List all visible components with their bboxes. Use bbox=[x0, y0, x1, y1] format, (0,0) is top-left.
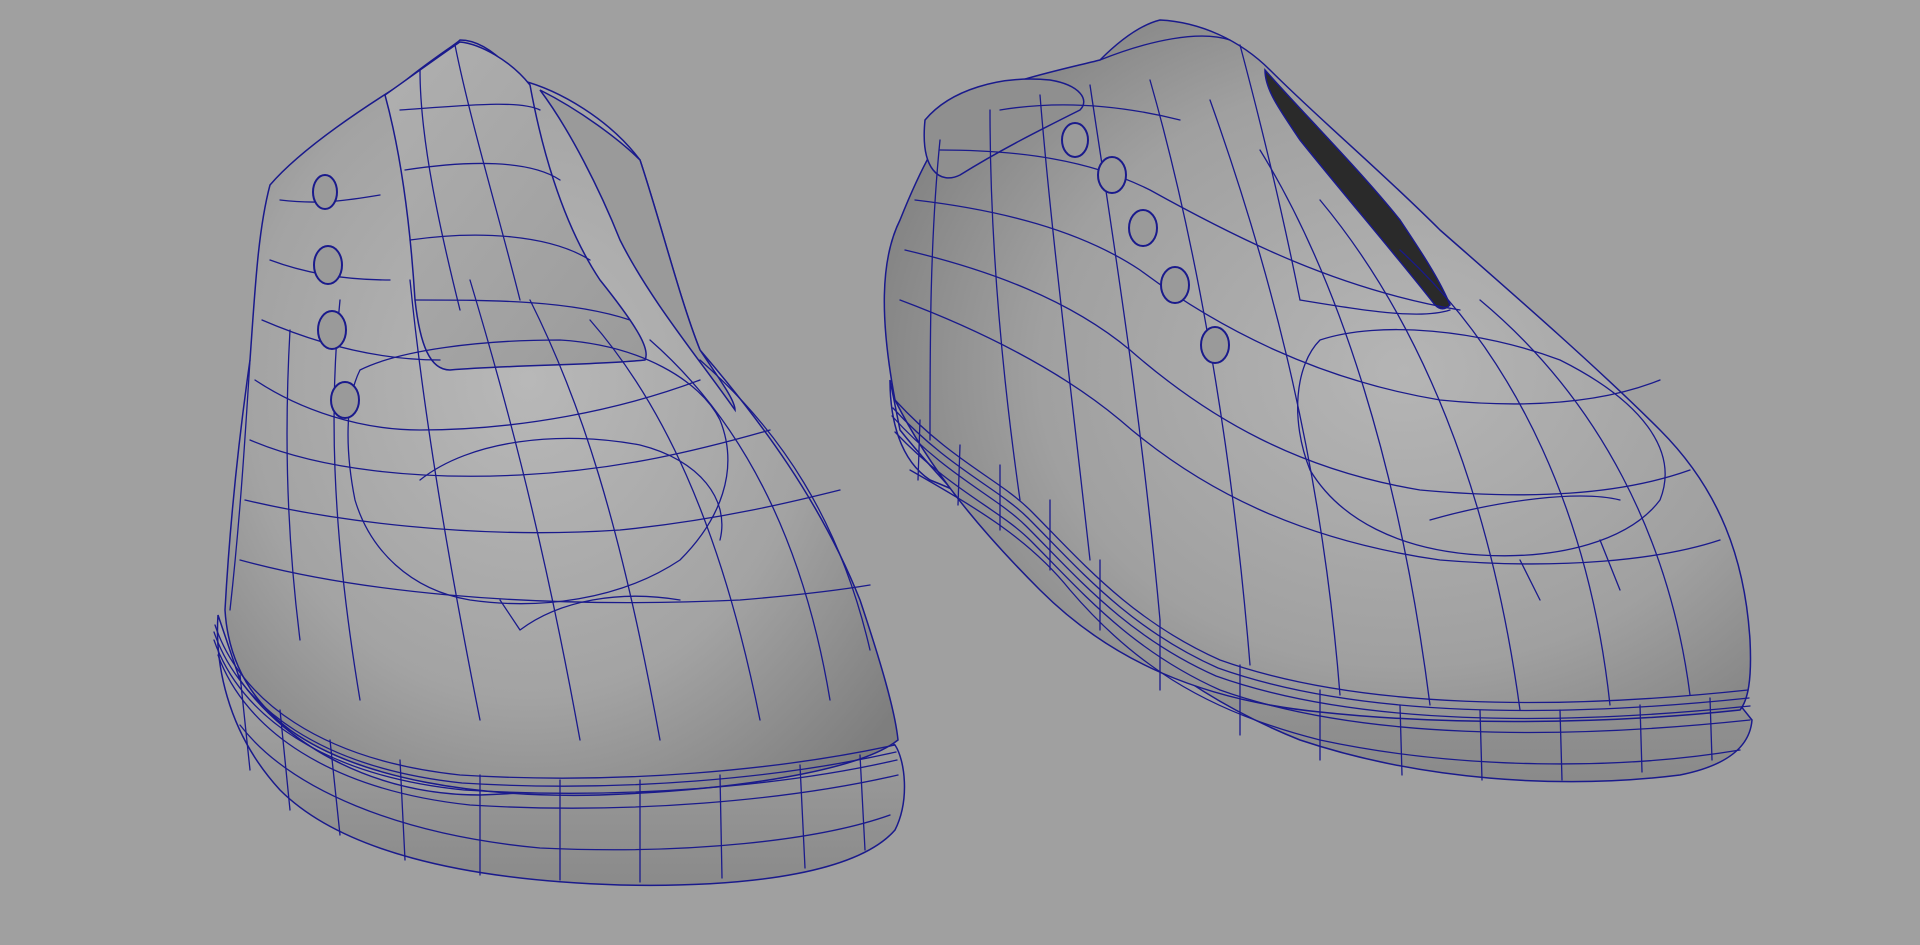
eyelet-icon bbox=[312, 174, 338, 210]
eyelet-icon bbox=[1061, 122, 1089, 158]
viewport-canvas[interactable] bbox=[0, 0, 1920, 945]
shoe-left[interactable] bbox=[213, 39, 906, 887]
eyelet-icon bbox=[1097, 156, 1127, 194]
eyelet-icon bbox=[1128, 209, 1158, 247]
3d-viewport[interactable] bbox=[0, 0, 1920, 945]
eyelet-icon bbox=[317, 310, 347, 350]
eyelet-icon bbox=[330, 381, 360, 419]
eyelet-icon bbox=[1160, 266, 1190, 304]
eyelet-icon bbox=[313, 245, 343, 285]
eyelet-icon bbox=[1200, 326, 1230, 364]
shoe-right[interactable] bbox=[883, 19, 1753, 783]
